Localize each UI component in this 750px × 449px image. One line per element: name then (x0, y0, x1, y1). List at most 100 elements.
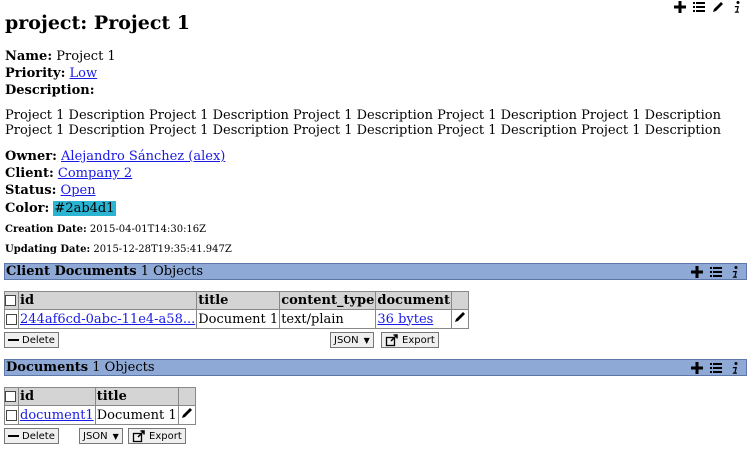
pencil-icon[interactable] (453, 310, 467, 324)
owner-link[interactable]: Alejandro Sánchez (alex) (61, 149, 225, 164)
section-actions (690, 360, 742, 375)
color-field: Color: #2ab4d1 (5, 201, 116, 216)
plus-icon[interactable] (690, 265, 704, 279)
updating-value: 2015-12-28T19:35:41.947Z (93, 244, 232, 255)
client-label: Client: (5, 166, 54, 181)
color-label: Color: (5, 201, 50, 216)
client-documents-header: Client Documents 1 Objects (4, 263, 747, 280)
cell-edit (451, 309, 470, 329)
column-header-document[interactable]: document (375, 291, 453, 310)
export-icon (132, 429, 146, 443)
updating-date: Updating Date: 2015-12-28T19:35:41.947Z (5, 244, 232, 255)
section-title: Client Documents (6, 264, 137, 279)
cell-document: 36 bytes (375, 309, 453, 329)
delete-button[interactable]: Delete (4, 332, 59, 348)
priority-field: Priority: Low (5, 66, 97, 81)
info-icon[interactable] (728, 361, 742, 375)
cell-content-type: text/plain (279, 309, 377, 329)
chevron-down-icon: ▼ (363, 335, 370, 345)
table-header-row: id title (4, 387, 196, 406)
section-actions (690, 264, 742, 279)
column-header-title[interactable]: title (196, 291, 281, 310)
section-count: 1 Objects (92, 360, 155, 375)
format-select[interactable]: JSON ▼ (330, 332, 374, 348)
page-title: project: Project 1 (5, 12, 191, 34)
format-select[interactable]: JSON ▼ (79, 428, 123, 444)
list-icon[interactable] (692, 0, 706, 14)
column-header-actions (177, 387, 196, 406)
delete-label: Delete (22, 334, 55, 346)
column-header-id[interactable]: id (17, 291, 198, 310)
plus-icon[interactable] (690, 361, 704, 375)
creation-date: Creation Date: 2015-04-01T14:30:16Z (5, 224, 206, 235)
list-icon[interactable] (709, 361, 723, 375)
pencil-icon[interactable] (180, 406, 194, 420)
status-field: Status: Open (5, 183, 96, 198)
updating-label: Updating Date: (5, 244, 91, 255)
select-all-checkbox[interactable] (5, 391, 16, 402)
list-icon[interactable] (709, 265, 723, 279)
documents-table: id title document1 Document 1 (4, 387, 196, 425)
creation-value: 2015-04-01T14:30:16Z (89, 224, 207, 235)
column-header-title[interactable]: title (94, 387, 179, 406)
table-row: document1 Document 1 (4, 405, 196, 425)
chevron-down-icon: ▼ (112, 431, 119, 441)
column-header-actions (451, 291, 470, 310)
color-swatch: #2ab4d1 (53, 201, 116, 216)
section-count: 1 Objects (140, 264, 204, 279)
row-checkbox[interactable] (6, 313, 17, 325)
table-row: 244af6cd-0abc-11e4-a58... Document 1 tex… (4, 309, 470, 329)
description-field: Description: (5, 83, 95, 98)
creation-label: Creation Date: (5, 224, 87, 235)
select-all-checkbox[interactable] (5, 295, 16, 306)
cell-id: document1 (18, 405, 96, 425)
description-label: Description: (5, 83, 95, 98)
owner-field: Owner: Alejandro Sánchez (alex) (5, 149, 225, 164)
format-value: JSON (334, 334, 359, 346)
description-text: Project 1 Description Project 1 Descript… (5, 108, 722, 138)
delete-button[interactable]: Delete (4, 428, 59, 444)
column-header-id[interactable]: id (18, 387, 96, 406)
name-label: Name: (5, 49, 53, 64)
client-link[interactable]: Company 2 (58, 166, 132, 181)
delete-label: Delete (22, 430, 55, 442)
export-label: Export (402, 334, 435, 346)
plus-icon[interactable] (673, 0, 687, 14)
status-label: Status: (5, 183, 57, 198)
status-link[interactable]: Open (61, 183, 96, 198)
section-title: Documents (6, 360, 89, 375)
page-actions (673, 0, 744, 14)
name-value: Project 1 (56, 49, 116, 64)
document-download-link[interactable]: 36 bytes (377, 312, 433, 327)
row-select-cell (4, 405, 19, 425)
document-id-link[interactable]: 244af6cd-0abc-11e4-a58... (20, 312, 195, 327)
document-id-link[interactable]: document1 (20, 408, 94, 423)
priority-link[interactable]: Low (70, 66, 98, 81)
cell-title: Document 1 (196, 309, 281, 329)
owner-label: Owner: (5, 149, 57, 164)
client-documents-table: id title content_type document 244af6cd-… (4, 291, 470, 329)
format-value: JSON (83, 430, 108, 442)
export-label: Export (149, 430, 182, 442)
export-icon (385, 333, 399, 347)
pencil-icon[interactable] (711, 0, 725, 14)
select-all-header (4, 387, 19, 406)
info-icon[interactable] (730, 0, 744, 14)
cell-title: Document 1 (94, 405, 179, 425)
priority-label: Priority: (5, 66, 66, 81)
row-checkbox[interactable] (6, 409, 17, 421)
client-field: Client: Company 2 (5, 166, 132, 181)
table-header-row: id title content_type document (4, 291, 470, 310)
info-icon[interactable] (728, 265, 742, 279)
export-button[interactable]: Export (381, 332, 439, 348)
minus-icon (8, 435, 19, 437)
name-field: Name: Project 1 (5, 49, 116, 64)
documents-header: Documents 1 Objects (4, 359, 747, 376)
row-select-cell (4, 309, 19, 329)
cell-id: 244af6cd-0abc-11e4-a58... (17, 309, 198, 329)
column-header-content-type[interactable]: content_type (279, 291, 377, 310)
select-all-header (4, 291, 19, 310)
export-button[interactable]: Export (128, 428, 186, 444)
minus-icon (8, 339, 19, 341)
cell-edit (177, 405, 196, 425)
